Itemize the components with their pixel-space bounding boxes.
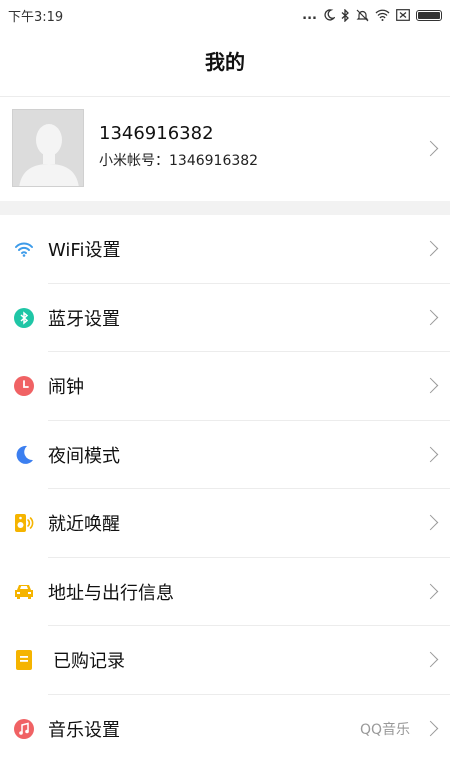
speaker-icon: [13, 512, 35, 534]
status-time: 下午3:19: [8, 6, 63, 25]
status-icons: ...: [302, 8, 442, 23]
moon-icon: [13, 444, 35, 466]
status-bar: 下午3:19 ...: [0, 0, 450, 30]
chevron-right-icon: [423, 309, 439, 325]
profile-name: 1346916382: [99, 123, 214, 144]
bluetooth-icon: [341, 9, 350, 22]
moon-icon: [323, 9, 335, 21]
page-title: 我的: [0, 40, 450, 84]
chevron-right-icon: [423, 652, 439, 668]
menu-item-alarm[interactable]: 闹钟: [0, 352, 450, 421]
menu-item-label: 夜间模式: [48, 442, 120, 468]
chevron-right-icon: [423, 378, 439, 394]
wifi-icon: [375, 9, 390, 21]
menu-item-label: WiFi设置: [48, 236, 120, 262]
chevron-right-icon: [423, 446, 439, 462]
menu-item-label: 蓝牙设置: [48, 305, 120, 331]
menu-item-label: 地址与出行信息: [48, 579, 174, 605]
car-icon: [13, 581, 35, 603]
settings-menu: WiFi设置 蓝牙设置 闹钟 夜间模式 就近唤醒: [0, 215, 450, 763]
menu-item-value: QQ音乐: [360, 719, 410, 739]
chevron-right-icon: [423, 515, 439, 531]
wifi-icon: [13, 238, 35, 260]
mute-icon: [356, 9, 369, 22]
menu-item-night-mode[interactable]: 夜间模式: [0, 421, 450, 490]
profile-account: 小米帐号：1346916382: [99, 150, 258, 170]
menu-item-label: 就近唤醒: [48, 510, 120, 536]
menu-item-wifi[interactable]: WiFi设置: [0, 215, 450, 284]
menu-item-label: 闹钟: [48, 373, 84, 399]
chevron-right-icon: [423, 720, 439, 736]
receipt-icon: [13, 649, 35, 671]
bluetooth-icon: [13, 307, 35, 329]
chevron-right-icon: [423, 583, 439, 599]
menu-item-nearby-wake[interactable]: 就近唤醒: [0, 489, 450, 558]
menu-item-label: 音乐设置: [48, 716, 120, 742]
menu-item-address-travel[interactable]: 地址与出行信息: [0, 558, 450, 627]
chevron-right-icon: [423, 141, 439, 157]
profile-card[interactable]: 1346916382 小米帐号：1346916382: [0, 97, 450, 201]
music-icon: [13, 718, 35, 740]
menu-item-label: 已购记录: [53, 647, 125, 673]
menu-item-bluetooth[interactable]: 蓝牙设置: [0, 284, 450, 353]
menu-item-music-settings[interactable]: 音乐设置 QQ音乐: [0, 695, 450, 763]
chevron-right-icon: [423, 241, 439, 257]
menu-item-purchase-history[interactable]: 已购记录: [0, 626, 450, 695]
section-gap: [0, 201, 450, 215]
battery-icon: [416, 10, 442, 21]
sim-off-icon: [396, 9, 410, 21]
clock-icon: [13, 375, 35, 397]
more-dots-icon: ...: [302, 8, 317, 23]
avatar[interactable]: [12, 109, 84, 187]
